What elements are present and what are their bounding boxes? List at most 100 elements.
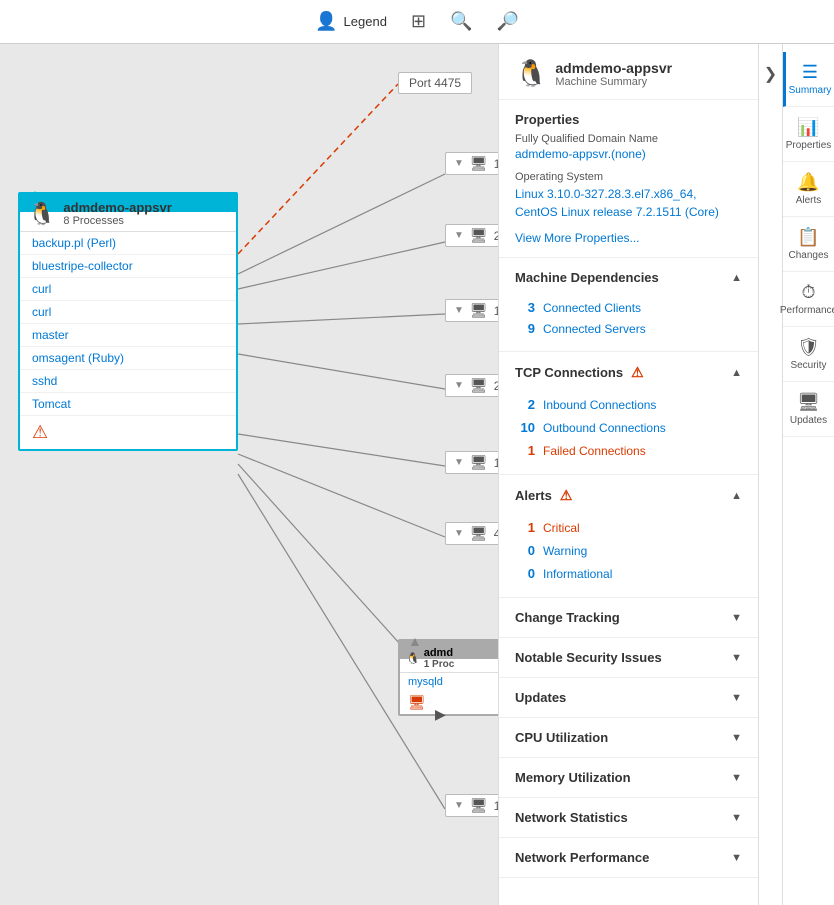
sidebar-item-changes[interactable]: 📋 Changes <box>783 217 834 272</box>
panel-content: Properties Fully Qualified Domain Name a… <box>499 100 758 905</box>
remote-node-6-label: 40 <box>494 527 498 541</box>
informational-count: 0 <box>515 566 535 581</box>
remote-node-1[interactable]: ▼ 🖥 10 <box>445 152 498 175</box>
alerts-arrow: ▲ <box>731 490 742 502</box>
security-issues-header[interactable]: Notable Security Issues ▼ <box>499 638 758 677</box>
cpu-utilization-header[interactable]: CPU Utilization ▼ <box>499 718 758 757</box>
updates-header[interactable]: Updates ▼ <box>499 678 758 717</box>
remote-node-3[interactable]: ▼ 🖥 10 <box>445 299 498 322</box>
alerts-header[interactable]: Alerts ⚠ ▲ <box>499 475 758 516</box>
network-performance-section: Network Performance ▼ <box>499 838 758 878</box>
monitor-icon-2: 🖥 <box>470 227 488 244</box>
top-toolbar: 👤 Legend ⊞ 🔍 🔎 <box>0 0 834 44</box>
connected-servers-label[interactable]: Connected Servers <box>543 322 646 336</box>
process-item[interactable]: curl <box>20 278 236 301</box>
updates-arrow: ▼ <box>731 692 742 704</box>
network-statistics-section: Network Statistics ▼ <box>499 798 758 838</box>
machine2-process[interactable]: mysqld <box>400 672 498 691</box>
sidebar-item-properties[interactable]: 📊 Properties <box>783 107 834 162</box>
security-issues-section: Notable Security Issues ▼ <box>499 638 758 678</box>
outbound-label[interactable]: Outbound Connections <box>543 421 666 435</box>
fqdn-label: Fully Qualified Domain Name <box>515 133 742 145</box>
process-item[interactable]: sshd <box>20 370 236 393</box>
informational-label[interactable]: Informational <box>543 567 612 581</box>
tcp-header[interactable]: TCP Connections ⚠ ▲ <box>499 352 758 393</box>
change-tracking-section: Change Tracking ▼ <box>499 598 758 638</box>
connected-clients-row: 3 Connected Clients <box>515 297 742 318</box>
machine2-alert-icon: 🖥 <box>400 691 498 714</box>
fqdn-value[interactable]: admdemo-appsvr.(none) <box>515 147 742 161</box>
sidebar-item-summary[interactable]: ☰ Summary <box>783 52 834 107</box>
monitor-icon-5: 🖥 <box>470 454 488 471</box>
process-item[interactable]: bluestripe-collector <box>20 255 236 278</box>
monitor-icon-4: 🖥 <box>470 377 488 394</box>
network-performance-header[interactable]: Network Performance ▼ <box>499 838 758 877</box>
machine2-name: admd <box>424 647 455 659</box>
inbound-count: 2 <box>515 397 535 412</box>
legend-label: Legend <box>344 14 387 29</box>
main-machine-node[interactable]: ▲ 🐧 admdemo-appsvr 8 Processes backup.pl… <box>18 192 238 451</box>
remote-node-5[interactable]: ▼ 🖥 13 <box>445 451 498 474</box>
remote-node-4[interactable]: ▼ 🖥 23 <box>445 374 498 397</box>
zoom-in-icon: 🔍 <box>450 11 472 32</box>
remote-node-2[interactable]: ▼ 🖥 23 <box>445 224 498 247</box>
node2-collapse-btn[interactable]: ▲ <box>408 633 422 649</box>
tcp-connections-section: TCP Connections ⚠ ▲ 2 Inbound Connection… <box>499 352 758 475</box>
memory-utilization-arrow: ▼ <box>731 772 742 784</box>
canvas-area: Port 4475 ▲ 🐧 admdemo-appsvr 8 Processes… <box>0 44 498 905</box>
outbound-row: 10 Outbound Connections <box>515 416 742 439</box>
remote-node-1-label: 10 <box>494 157 498 171</box>
remote-node-7[interactable]: ▼ 🖥 10 <box>445 794 498 817</box>
zoom-in-button[interactable]: 🔍 <box>450 11 472 32</box>
inbound-label[interactable]: Inbound Connections <box>543 398 656 412</box>
process-item[interactable]: curl <box>20 301 236 324</box>
process-item[interactable]: master <box>20 324 236 347</box>
grid-icon: ⊞ <box>411 11 426 32</box>
properties-label: Properties <box>786 140 832 151</box>
sidebar-item-performance[interactable]: ⏱ Performance <box>783 272 834 327</box>
view-more-link[interactable]: View More Properties... <box>499 231 758 257</box>
warning-count: 0 <box>515 543 535 558</box>
change-tracking-header[interactable]: Change Tracking ▼ <box>499 598 758 637</box>
network-statistics-header[interactable]: Network Statistics ▼ <box>499 798 758 837</box>
failed-count: 1 <box>515 443 535 458</box>
os-value[interactable]: Linux 3.10.0-327.28.3.el7.x86_64, CentOS… <box>515 185 742 221</box>
memory-utilization-header[interactable]: Memory Utilization ▼ <box>499 758 758 797</box>
process-item[interactable]: backup.pl (Perl) <box>20 232 236 255</box>
panel-header: 🐧 admdemo-appsvr Machine Summary <box>499 44 758 100</box>
critical-label[interactable]: Critical <box>543 521 580 535</box>
warning-label[interactable]: Warning <box>543 544 587 558</box>
cpu-utilization-section: CPU Utilization ▼ <box>499 718 758 758</box>
process-item[interactable]: Tomcat <box>20 393 236 416</box>
process-item[interactable]: omsagent (Ruby) <box>20 347 236 370</box>
remote-node-4-label: 23 <box>494 379 498 393</box>
expand-icon-2: ▼ <box>454 230 464 241</box>
node-collapse-btn[interactable]: ▲ <box>28 186 42 202</box>
port-node[interactable]: Port 4475 <box>398 72 472 94</box>
network-statistics-arrow: ▼ <box>731 812 742 824</box>
grid-button[interactable]: ⊞ <box>411 11 426 32</box>
sidebar-item-security[interactable]: 🛡 Security <box>783 327 834 382</box>
expand-icon-4: ▼ <box>454 380 464 391</box>
critical-count: 1 <box>515 520 535 535</box>
legend-button[interactable]: 👤 Legend <box>315 11 387 32</box>
sidebar-item-alerts[interactable]: 🔔 Alerts <box>783 162 834 217</box>
updates-label: Updates <box>515 690 566 705</box>
zoom-out-icon: 🔎 <box>496 11 518 32</box>
zoom-out-button[interactable]: 🔎 <box>496 11 518 32</box>
machine-warning-icon: ⚠ <box>20 416 236 449</box>
remote-node-6[interactable]: ▼ 🖥 40 <box>445 522 498 545</box>
machine-deps-header[interactable]: Machine Dependencies ▲ <box>499 258 758 297</box>
remote-node-3-label: 10 <box>494 304 498 318</box>
connected-servers-count: 9 <box>515 321 535 336</box>
summary-icon: ☰ <box>802 62 818 83</box>
failed-label[interactable]: Failed Connections <box>543 444 646 458</box>
expand-icon-6: ▼ <box>454 528 464 539</box>
panel-collapse-btn[interactable]: ❯ <box>758 44 782 905</box>
os-label: Operating System <box>515 171 742 183</box>
network-performance-label: Network Performance <box>515 850 649 865</box>
second-machine-node[interactable]: ▲ 🐧 admd 1 Proc mysqld 🖥 <box>398 639 498 716</box>
network-statistics-label: Network Statistics <box>515 810 628 825</box>
connected-clients-label[interactable]: Connected Clients <box>543 301 641 315</box>
sidebar-item-updates[interactable]: 🖥 Updates <box>783 382 834 437</box>
